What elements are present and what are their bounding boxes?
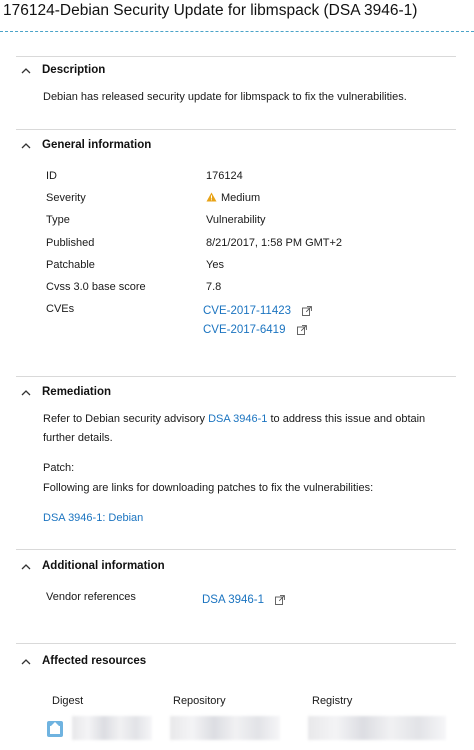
vendor-reference-item: DSA 3946-1	[202, 594, 286, 606]
id-value: 176124	[206, 170, 243, 182]
description-text: Debian has released security update for …	[43, 91, 407, 103]
section-divider	[16, 376, 456, 377]
remediation-line1: Refer to Debian security advisory DSA 39…	[43, 413, 425, 425]
description-section-toggle[interactable]: Description	[20, 63, 105, 77]
remediation-text: to address this issue and obtain	[270, 413, 426, 425]
cve-item: CVE-2017-11423	[203, 305, 313, 317]
external-link-icon[interactable]	[302, 306, 313, 316]
container-image-icon	[46, 720, 64, 738]
general-heading: General information	[42, 139, 152, 151]
chevron-up-icon	[20, 561, 32, 571]
title-divider	[0, 31, 474, 32]
remediation-section-toggle[interactable]: Remediation	[20, 385, 111, 399]
cve-item: CVE-2017-6419	[203, 324, 307, 336]
additional-section-toggle[interactable]: Additional information	[20, 559, 165, 573]
remediation-heading: Remediation	[42, 386, 112, 398]
external-link-icon[interactable]	[275, 595, 286, 605]
cve-link[interactable]: CVE-2017-6419	[203, 324, 285, 336]
vendor-references-label: Vendor references	[46, 591, 136, 603]
severity-value: Medium	[206, 192, 260, 204]
vendor-reference-link[interactable]: DSA 3946-1	[202, 594, 264, 606]
section-divider	[16, 56, 456, 57]
page-title: 176124-Debian Security Update for libmsp…	[3, 2, 418, 19]
severity-text: Medium	[221, 192, 261, 204]
id-label: ID	[46, 170, 57, 182]
severity-label: Severity	[46, 192, 86, 204]
cvss-label: Cvss 3.0 base score	[46, 281, 146, 293]
patch-label: Patch:	[43, 462, 75, 474]
redacted-repository	[170, 716, 280, 740]
section-divider	[16, 129, 456, 130]
cves-label: CVEs	[46, 303, 75, 315]
cvss-value: 7.8	[206, 281, 222, 293]
patchable-value: Yes	[206, 259, 224, 271]
section-divider	[16, 549, 456, 550]
general-section-toggle[interactable]: General information	[20, 138, 151, 152]
redacted-registry	[308, 716, 446, 740]
published-value: 8/21/2017, 1:58 PM GMT+2	[206, 237, 343, 249]
additional-heading: Additional information	[42, 560, 165, 572]
description-heading: Description	[42, 64, 106, 76]
section-divider	[16, 643, 456, 644]
chevron-up-icon	[20, 140, 32, 150]
column-header-registry[interactable]: Registry	[312, 695, 352, 707]
chevron-up-icon	[20, 65, 32, 75]
table-row[interactable]	[46, 716, 446, 740]
published-label: Published	[46, 237, 95, 249]
patch-text: Following are links for downloading patc…	[43, 482, 374, 494]
warning-icon	[206, 192, 217, 202]
type-label: Type	[46, 214, 70, 226]
chevron-up-icon	[20, 656, 32, 666]
affected-heading: Affected resources	[42, 655, 147, 667]
external-link-icon[interactable]	[296, 325, 307, 335]
patch-link[interactable]: DSA 3946-1: Debian	[43, 512, 143, 524]
cve-link[interactable]: CVE-2017-11423	[203, 305, 291, 317]
remediation-line2: further details.	[43, 432, 113, 444]
column-header-digest[interactable]: Digest	[52, 695, 83, 707]
type-value: Vulnerability	[206, 214, 266, 226]
chevron-up-icon	[20, 387, 32, 397]
redacted-digest	[72, 716, 152, 740]
affected-section-toggle[interactable]: Affected resources	[20, 654, 146, 668]
advisory-link[interactable]: DSA 3946-1	[208, 413, 267, 425]
patchable-label: Patchable	[46, 259, 95, 271]
column-header-repository[interactable]: Repository	[173, 695, 226, 707]
remediation-text: Refer to Debian security advisory	[43, 413, 206, 425]
